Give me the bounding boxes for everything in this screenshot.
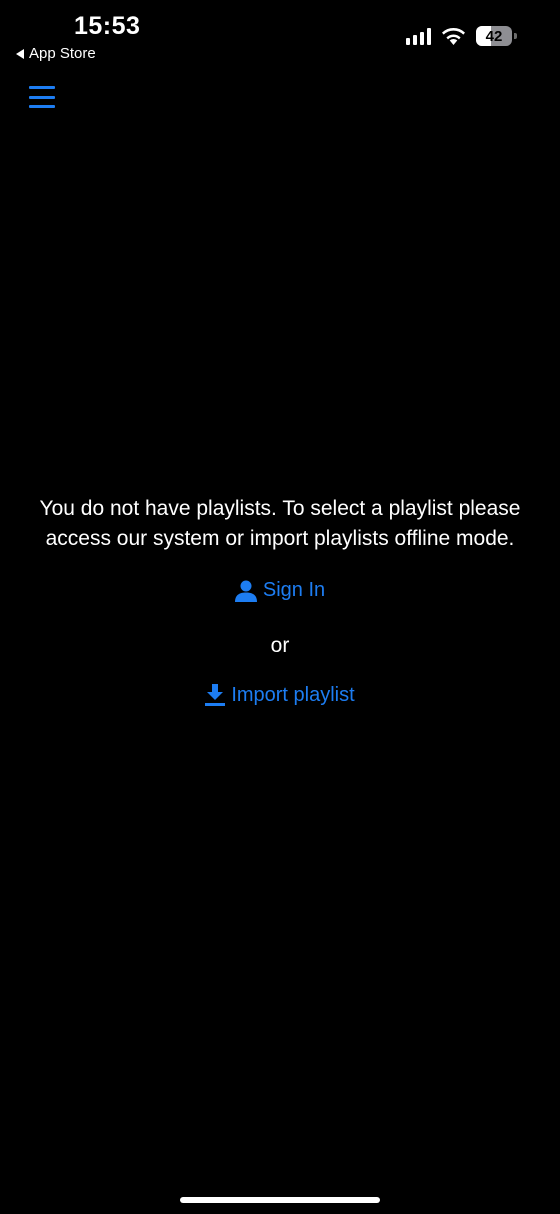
status-time: 15:53 [74,12,141,40]
sign-in-label: Sign In [262,579,326,601]
menu-line [29,105,55,108]
back-to-app-store-link[interactable]: App Store [16,45,96,62]
battery-level: 42 [485,27,503,45]
battery-icon: 42 [476,26,517,46]
empty-playlists-message: You do not have playlists. To select a p… [39,497,521,550]
back-arrow-icon [16,48,24,59]
empty-playlists-state: You do not have playlists. To select a p… [0,494,560,711]
back-link-label: App Store [29,45,96,62]
download-icon [205,684,226,706]
menu-line [29,86,55,89]
sign-in-button[interactable]: Sign In [234,579,326,602]
menu-line [29,95,55,99]
battery-tip [514,33,517,39]
home-indicator[interactable] [180,1197,380,1203]
status-indicators: 42 [406,26,517,46]
import-playlist-label: Import playlist [231,683,355,706]
or-separator: or [270,633,290,657]
person-icon [234,580,257,602]
hamburger-menu-icon[interactable] [29,86,55,108]
cellular-signal-icon [406,27,431,45]
wifi-icon [442,27,465,45]
import-playlist-button[interactable]: Import playlist [205,683,355,707]
